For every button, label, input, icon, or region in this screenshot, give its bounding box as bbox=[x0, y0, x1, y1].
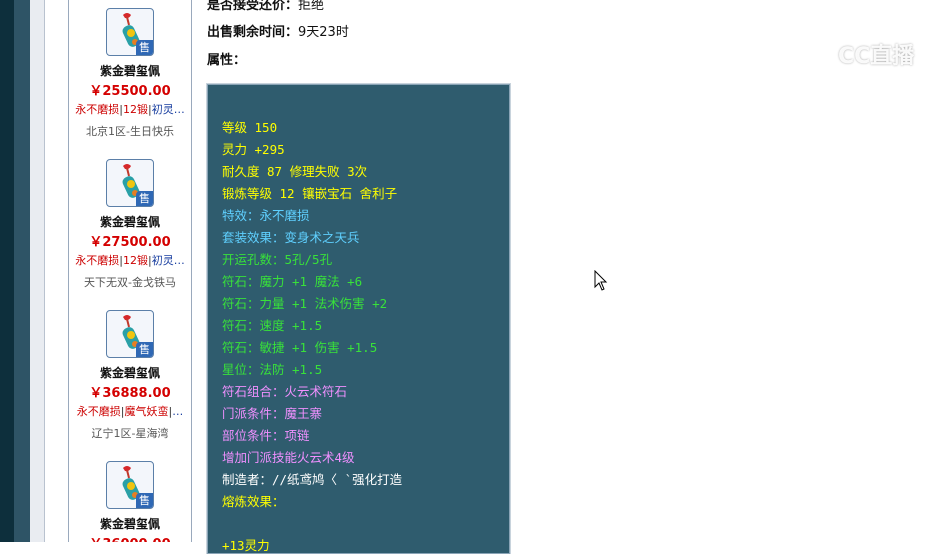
remaining-time-row: 出售剩余时间：9天23时 bbox=[207, 21, 349, 40]
mouse-cursor-icon bbox=[594, 270, 608, 291]
window-edge-light bbox=[30, 0, 45, 542]
item-tag-extra: 初灵… bbox=[151, 103, 185, 116]
attribute-line: 符石：敏捷 +1 伤害 +1.5 bbox=[222, 340, 378, 355]
attribute-line: 开运孔数：5孔/5孔 bbox=[222, 252, 333, 267]
attribute-line: 耐久度 87 修理失败 3次 bbox=[222, 164, 368, 179]
item-tag-effect: 永不磨损 bbox=[75, 103, 120, 116]
item-server: 辽宁1区-星海湾 bbox=[91, 427, 169, 440]
list-item[interactable]: 售 紫金碧玺佩 ￥25500.00 永不磨损|12锻|初灵… 北京1区-生日快乐 bbox=[69, 0, 191, 150]
remaining-label: 出售剩余时间： bbox=[207, 25, 299, 40]
item-name[interactable]: 紫金碧玺佩 bbox=[69, 515, 191, 532]
item-tag-forge: 12锻 bbox=[123, 103, 148, 116]
window-edge-dark bbox=[0, 0, 14, 542]
item-tag-extra: 初灵… bbox=[151, 254, 185, 267]
remaining-value: 9天23时 bbox=[298, 25, 349, 40]
list-item[interactable]: 售 紫金碧玺佩 ￥27500.00 永不磨损|12锻|初灵… 天下无双-金戈铁马 bbox=[69, 151, 191, 301]
item-tags: 永不磨损|12锻|初灵… bbox=[75, 103, 185, 116]
item-tag-effect: 永不磨损 bbox=[76, 405, 121, 418]
sell-badge: 售 bbox=[136, 40, 153, 55]
list-item[interactable]: 售 紫金碧玺佩 ￥36000.00 bbox=[69, 453, 191, 542]
item-price: ￥27500.00 bbox=[89, 235, 171, 250]
item-price: ￥36000.00 bbox=[69, 533, 191, 542]
item-tag-effect: 永不磨损 bbox=[75, 254, 120, 267]
attribute-line: 符石：魔力 +1 魔法 +6 bbox=[222, 274, 363, 289]
attribute-line: 套装效果：变身术之天兵 bbox=[222, 230, 360, 245]
bargain-label: 是否接受还价： bbox=[207, 0, 299, 13]
item-name[interactable]: 紫金碧玺佩 bbox=[69, 364, 191, 381]
item-tag-extra: … bbox=[172, 405, 184, 418]
sell-badge: 售 bbox=[136, 493, 153, 508]
item-tag-forge: 魔气妖蛮 bbox=[124, 405, 169, 418]
attribute-line: 灵力 +295 bbox=[222, 142, 285, 157]
attribute-line: 符石：力量 +1 法术伤害 +2 bbox=[222, 296, 388, 311]
attribute-line: 等级 150 bbox=[222, 120, 278, 135]
item-server: 天下无双-金戈铁马 bbox=[84, 276, 176, 289]
attributes-label: 属性： bbox=[207, 53, 247, 68]
attributes-panel: 等级 150 灵力 +295 耐久度 87 修理失败 3次锻炼等级 12 镶嵌宝石 … bbox=[206, 83, 511, 554]
list-item[interactable]: 售 紫金碧玺佩 ￥36888.00 永不磨损|魔气妖蛮|… 辽宁1区-星海湾 bbox=[69, 302, 191, 452]
watermark: CC直播 bbox=[800, 34, 930, 69]
attribute-line: 锻炼等级 12 镶嵌宝石 舍利子 bbox=[222, 186, 398, 201]
pendant-icon[interactable]: 售 bbox=[106, 310, 154, 358]
attribute-line: 门派条件：魔王寨 bbox=[222, 406, 323, 421]
item-tag-forge: 12锻 bbox=[123, 254, 148, 267]
attribute-line: 符石：速度 +1.5 bbox=[222, 318, 323, 333]
item-price: ￥25500.00 bbox=[89, 84, 171, 99]
pendant-icon[interactable]: 售 bbox=[106, 159, 154, 207]
attribute-line: 部位条件：项链 bbox=[222, 428, 310, 443]
item-server: 北京1区-生日快乐 bbox=[86, 125, 174, 138]
attribute-line: 特效：永不磨损 bbox=[222, 208, 310, 223]
pendant-icon[interactable]: 售 bbox=[106, 8, 154, 56]
attribute-line: 制造者：//纸鸢鸠〈 `强化打造 bbox=[222, 472, 403, 487]
listing-column: 售 紫金碧玺佩 ￥25500.00 永不磨损|12锻|初灵… 北京1区-生日快乐… bbox=[68, 0, 192, 542]
attribute-line: 符石组合：火云术符石 bbox=[222, 384, 348, 399]
watermark-text: CC直播 bbox=[838, 44, 915, 69]
item-tags: 永不磨损|12锻|初灵… bbox=[75, 254, 185, 267]
sell-badge: 售 bbox=[136, 342, 153, 357]
item-price: ￥36888.00 bbox=[89, 386, 171, 401]
window-edge-mid bbox=[14, 0, 30, 542]
attribute-line: 增加门派技能火云术4级 bbox=[222, 450, 355, 465]
attribute-line: 熔炼效果： bbox=[222, 494, 285, 509]
bargain-row: 是否接受还价：拒绝 bbox=[207, 0, 324, 13]
sell-badge: 售 bbox=[136, 191, 153, 206]
bargain-value: 拒绝 bbox=[298, 0, 325, 13]
attribute-line: +13灵力 bbox=[222, 538, 270, 553]
item-name[interactable]: 紫金碧玺佩 bbox=[69, 62, 191, 79]
item-name[interactable]: 紫金碧玺佩 bbox=[69, 213, 191, 230]
cc-logo-icon bbox=[801, 36, 831, 66]
item-tags: 永不磨损|魔气妖蛮|… bbox=[76, 405, 184, 418]
attribute-line: 星位：法防 +1.5 bbox=[222, 362, 323, 377]
pendant-icon[interactable]: 售 bbox=[106, 461, 154, 509]
